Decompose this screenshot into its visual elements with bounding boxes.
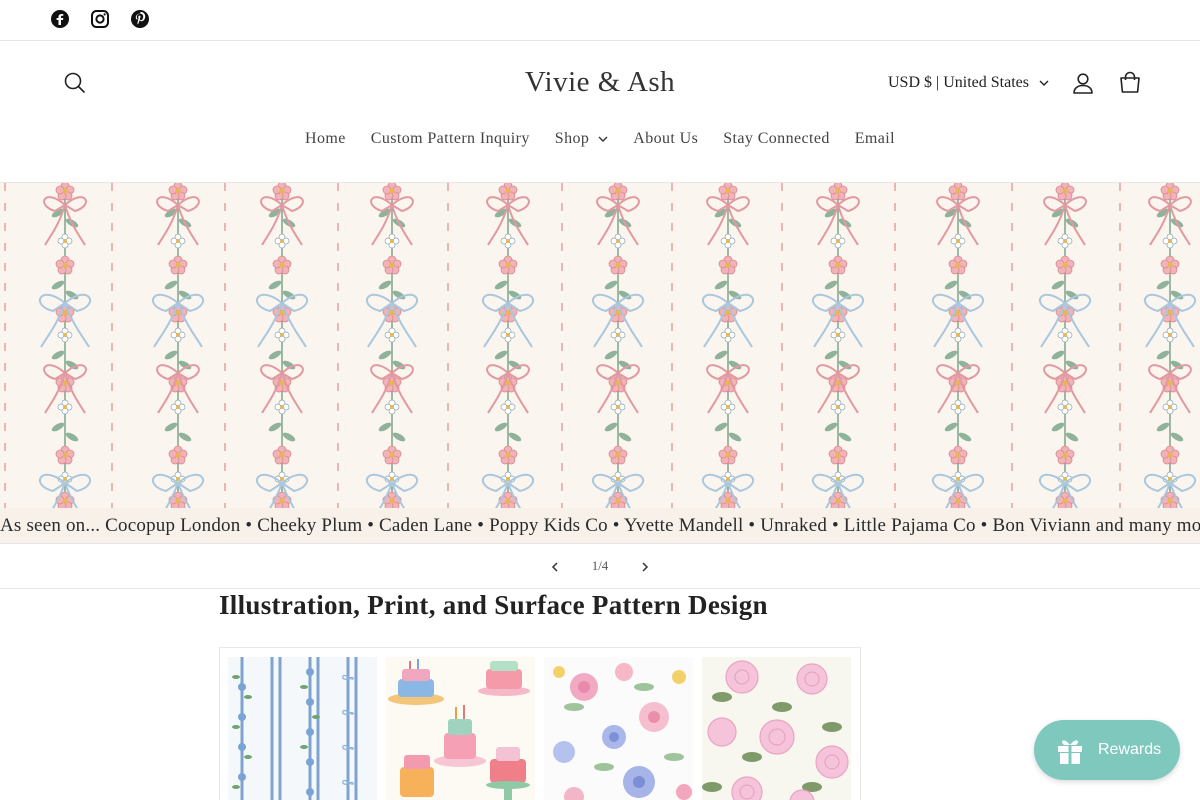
slider-controls: 1/4 <box>0 543 1200 589</box>
slide-counter: 1/4 <box>591 558 609 573</box>
main-nav: Home Custom Pattern Inquiry Shop About U… <box>0 130 1200 148</box>
cart-icon[interactable] <box>1117 70 1143 96</box>
gallery-image-pastel-florals <box>544 657 693 800</box>
instagram-icon[interactable] <box>90 9 110 29</box>
gallery-image-birthday-cakes <box>386 657 535 800</box>
facebook-icon[interactable] <box>50 9 70 29</box>
nav-label: About Us <box>633 130 699 147</box>
nav-label: Home <box>305 130 346 147</box>
brand-name[interactable]: Vivie & Ash <box>525 66 675 98</box>
nav-label: Email <box>854 130 895 147</box>
chevron-right-icon[interactable] <box>635 557 655 577</box>
currency-label: USD $ | United States <box>888 74 1029 91</box>
nav-label: Custom Pattern Inquiry <box>370 130 530 147</box>
nav-item-email[interactable]: Email <box>842 130 907 148</box>
nav-item-stay-connected[interactable]: Stay Connected <box>711 130 842 148</box>
social-bar <box>0 0 1200 41</box>
currency-selector[interactable]: USD $ | United States <box>888 74 1049 92</box>
floral-ribbon-pattern <box>0 183 1200 508</box>
nav-item-about-us[interactable]: About Us <box>621 130 711 148</box>
rewards-button[interactable]: Rewards <box>1034 720 1180 780</box>
gift-icon <box>1058 740 1082 764</box>
chevron-left-icon[interactable] <box>545 557 565 577</box>
chevron-down-icon <box>598 136 608 142</box>
nav-label: Stay Connected <box>723 130 830 147</box>
banner-caption: As seen on... Cocopup London • Cheeky Pl… <box>0 508 1200 543</box>
gallery-image-pink-roses <box>702 657 851 800</box>
site-header: Vivie & Ash USD $ | United States Home C… <box>0 41 1200 183</box>
account-icon[interactable] <box>1070 70 1096 96</box>
pattern-gallery[interactable] <box>219 647 861 800</box>
hero-banner[interactable]: As seen on... Cocopup London • Cheeky Pl… <box>0 183 1200 543</box>
search-icon[interactable] <box>62 70 88 96</box>
rewards-label: Rewards <box>1098 741 1162 758</box>
nav-item-shop[interactable]: Shop <box>542 130 621 148</box>
gallery-image-blue-floral-stripe <box>228 657 377 800</box>
section-title: Illustration, Print, and Surface Pattern… <box>219 590 768 620</box>
chevron-down-icon <box>1039 80 1049 86</box>
nav-item-custom-pattern-inquiry[interactable]: Custom Pattern Inquiry <box>358 130 542 148</box>
pinterest-icon[interactable] <box>130 9 150 29</box>
nav-item-home[interactable]: Home <box>293 130 359 148</box>
nav-label: Shop <box>554 130 590 147</box>
